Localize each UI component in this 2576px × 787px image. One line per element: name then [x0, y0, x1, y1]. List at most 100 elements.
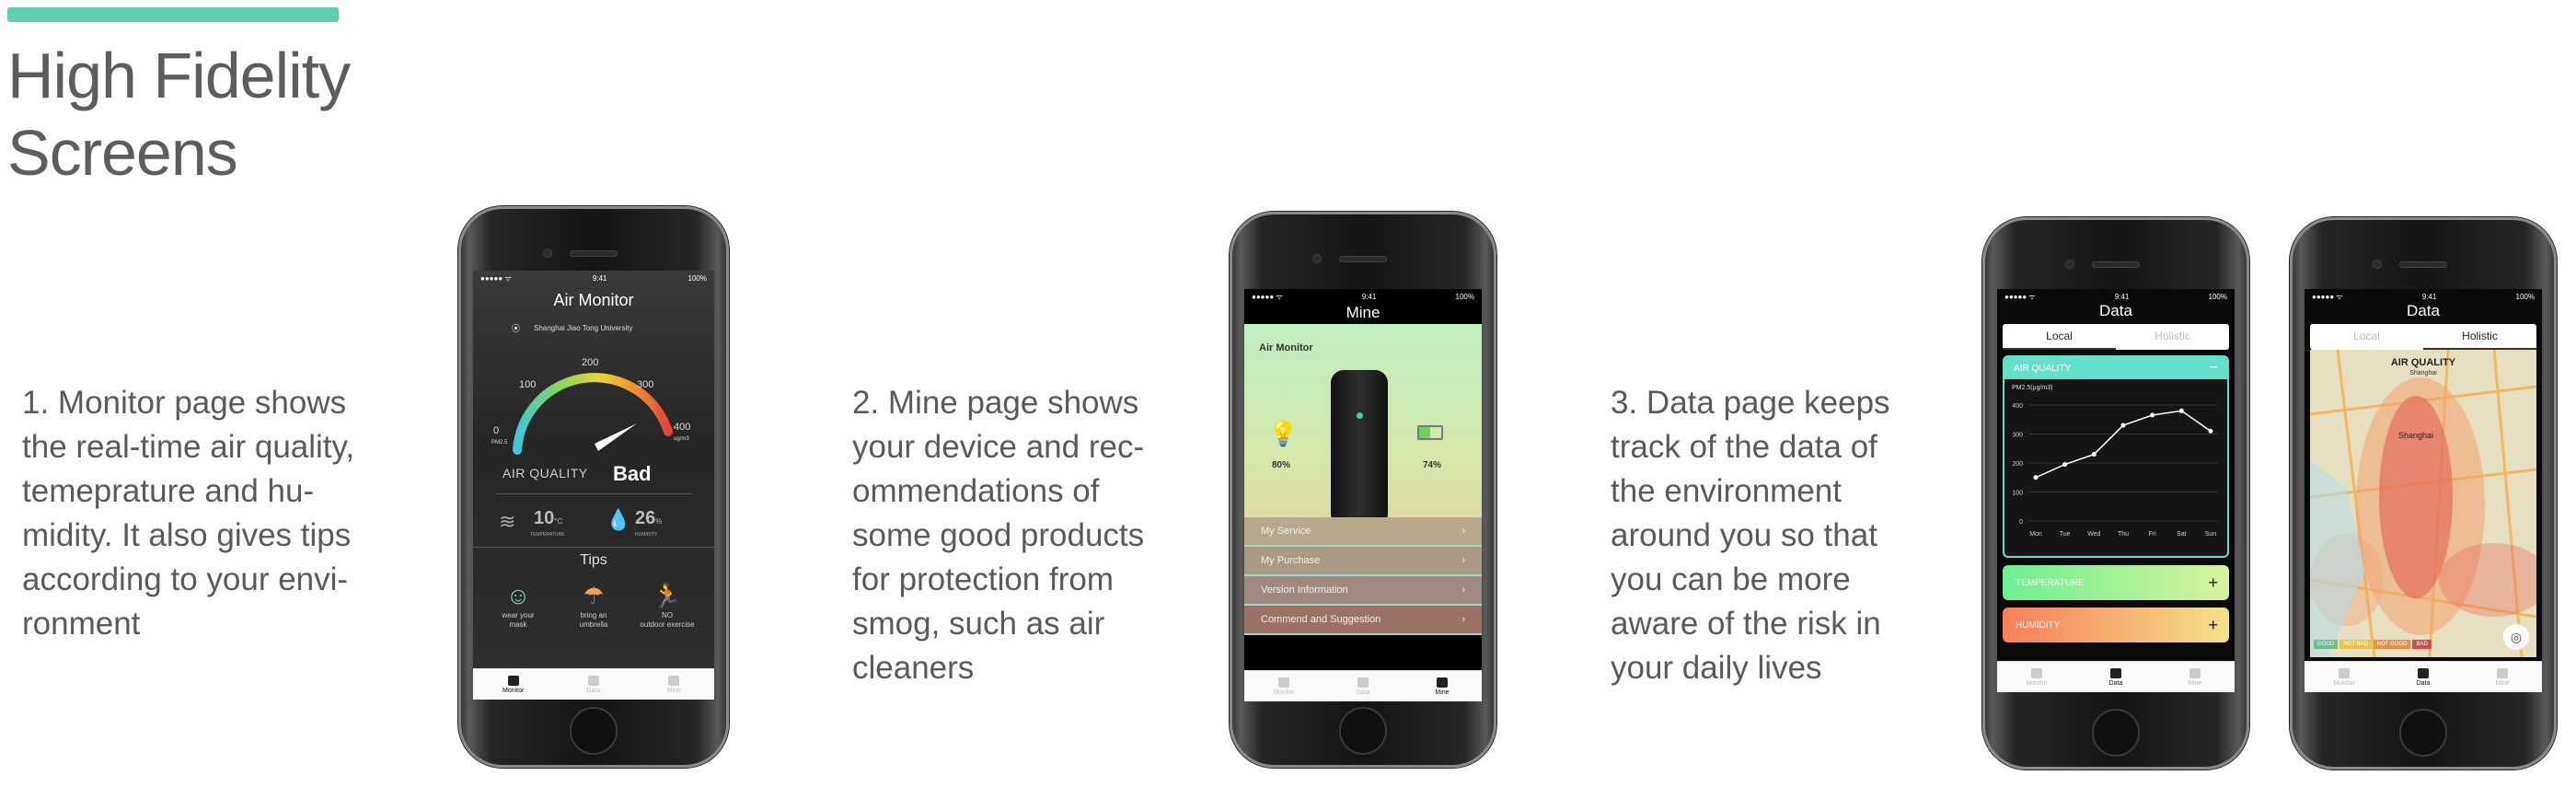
tab-data[interactable]: Data — [553, 669, 633, 700]
home-button[interactable] — [1339, 707, 1387, 755]
segment-control: Local Holistic — [2310, 324, 2536, 350]
monitor-screen: ●●●●● ᯤ 9:41 100% Air Monitor ⦿ Shanghai J… — [473, 271, 714, 700]
aq-value: Bad — [613, 462, 652, 485]
mine-screen: ●●●●● ᯤ 9:41 100% Mine Air Monitor 💡 80% 7… — [1244, 289, 1482, 701]
segment-holistic[interactable]: Holistic — [2116, 324, 2229, 350]
segment-local[interactable]: Local — [2310, 324, 2423, 350]
chart-icon — [1357, 677, 1369, 688]
home-button[interactable] — [2399, 709, 2447, 757]
divider — [473, 547, 714, 548]
tab-bar: Monitor Data Mine — [473, 668, 714, 700]
speaker-grille — [2399, 261, 2447, 268]
segment-control: Local Holistic — [2003, 324, 2229, 350]
runner-icon: 🏃 — [652, 582, 683, 609]
tip-item: ☂ bring an umbrella — [561, 580, 626, 630]
series-line — [2035, 410, 2212, 479]
map-legend: GOOD NOT BAD NOT GOOD BAD — [2314, 633, 2433, 650]
temperature-card[interactable]: TEMPERATURE + — [2003, 565, 2229, 600]
tab-mine[interactable]: Mine — [2155, 662, 2235, 692]
tab-monitor[interactable]: Monitor — [1997, 662, 2076, 692]
gauge-tick: 400 — [674, 422, 691, 433]
speaker-grille — [570, 250, 618, 257]
app-title: Air Monitor — [553, 291, 634, 309]
legend-good: GOOD — [2314, 640, 2339, 649]
air-quality-card: AIR QUALITY − PM2.5(μg/m3) 400 300 200 100 0 M… — [2003, 355, 2229, 558]
minus-icon: − — [2209, 360, 2218, 376]
gauge-tick: 200 — [582, 357, 599, 368]
chevron-right-icon: › — [1461, 584, 1465, 596]
tab-bar: Monitor Data Mine — [1997, 661, 2235, 692]
tab-mine[interactable]: Mine — [634, 669, 714, 700]
humidity-card[interactable]: HUMIDITY + — [2003, 608, 2229, 642]
humidity-label: HUMIDITY — [635, 532, 658, 538]
menu-item[interactable]: Commend and Suggestion › — [1244, 606, 1482, 635]
phone-data-local: ●●●●● ᯤ 9:41 100% Data Local Holistic AIR … — [1982, 217, 2249, 770]
camera-icon — [2373, 260, 2382, 269]
tab-bar: Monitor Data Mine — [2305, 661, 2542, 692]
location-text[interactable]: Shanghai Jiao Tong University — [534, 324, 632, 332]
chevron-right-icon: › — [1461, 555, 1465, 566]
data-point — [2208, 428, 2213, 434]
gauge-tick: 0 — [493, 425, 500, 436]
map-drawing — [2310, 350, 2536, 657]
app-title: Data — [2099, 302, 2132, 319]
x-tick-label: Sun — [2205, 531, 2217, 538]
temperature-value: 10°C — [534, 508, 563, 528]
right-stat: 74% — [1423, 460, 1442, 470]
air-monitor-device[interactable] — [1331, 370, 1388, 527]
user-icon — [2189, 667, 2201, 678]
air-quality-card-header[interactable]: AIR QUALITY − — [2004, 357, 2227, 379]
tab-monitor[interactable]: Monitor — [1244, 671, 1323, 701]
pollution-heatmap[interactable]: AIR QUALITY Shanghai Shanghai GOOD NOT BA… — [2310, 350, 2536, 657]
y-tick-label: 400 — [2012, 403, 2023, 410]
user-icon — [668, 675, 680, 686]
tab-monitor[interactable]: Monitor — [473, 669, 553, 700]
x-tick-label: Wed — [2087, 531, 2100, 538]
tips-title: Tips — [580, 552, 607, 568]
chart-icon — [2418, 667, 2429, 678]
menu-item[interactable]: My Service › — [1244, 517, 1482, 547]
tab-data[interactable]: Data — [2076, 662, 2155, 692]
data-point — [2062, 462, 2068, 468]
monitor-icon — [507, 675, 519, 686]
tab-mine[interactable]: Mine — [2463, 662, 2542, 692]
plus-icon: + — [2208, 615, 2218, 634]
locate-icon[interactable]: ◎ — [2503, 624, 2529, 650]
menu-item[interactable]: My Purchase › — [1244, 547, 1482, 576]
device-label: Air Monitor — [1259, 342, 1313, 353]
menu-item[interactable]: Version Information › — [1244, 576, 1482, 606]
tab-mine[interactable]: Mine — [1403, 671, 1482, 701]
y-tick-label: 0 — [2019, 519, 2023, 526]
temperature-label: TEMPERATURE — [530, 532, 565, 538]
gauge-tick: 100 — [519, 379, 537, 390]
tab-bar: Monitor Data Mine — [1244, 670, 1482, 701]
description-mine: 2. Mine page shows your device and rec- … — [852, 385, 1145, 686]
x-tick-label: Mon — [2029, 531, 2042, 538]
status-bar: ●●●●● ᯤ 9:41 100% — [1252, 292, 1474, 301]
x-tick-label: Fri — [2149, 531, 2157, 538]
tip-item: ☺ wear your mask — [486, 580, 550, 630]
map-location: Shanghai — [2409, 370, 2437, 376]
home-button[interactable] — [2092, 709, 2140, 757]
humidity-value: 26% — [635, 508, 663, 528]
camera-icon — [1312, 254, 1322, 263]
map-city-label: Shanghai — [2398, 431, 2434, 440]
tab-monitor[interactable]: Monitor — [2305, 662, 2384, 692]
mask-icon: ☺ — [505, 582, 531, 609]
description-monitor: 1. Monitor page shows the real-time air … — [22, 385, 355, 642]
description-data: 3. Data page keeps track of the data of … — [1611, 385, 1890, 686]
y-tick-label: 300 — [2012, 433, 2023, 439]
tip-item: 🏃 NO outdoor exercise — [635, 580, 699, 630]
home-button[interactable] — [570, 707, 618, 755]
tab-data[interactable]: Data — [1323, 671, 1403, 701]
phone-data-holistic: ●●●●● ᯤ 9:41 100% Data Local Holistic AIR … — [2290, 217, 2557, 770]
gauge-unit-left: PM2.5 — [491, 440, 508, 446]
x-tick-label: Sat — [2177, 531, 2187, 538]
y-tick-label: 100 — [2012, 491, 2023, 497]
monitor-icon — [1278, 677, 1289, 688]
tab-data[interactable]: Data — [2384, 662, 2463, 692]
segment-local[interactable]: Local — [2003, 324, 2116, 350]
segment-holistic[interactable]: Holistic — [2423, 324, 2536, 350]
umbrella-icon: ☂ — [583, 582, 605, 609]
aq-label: AIR QUALITY — [502, 466, 588, 480]
